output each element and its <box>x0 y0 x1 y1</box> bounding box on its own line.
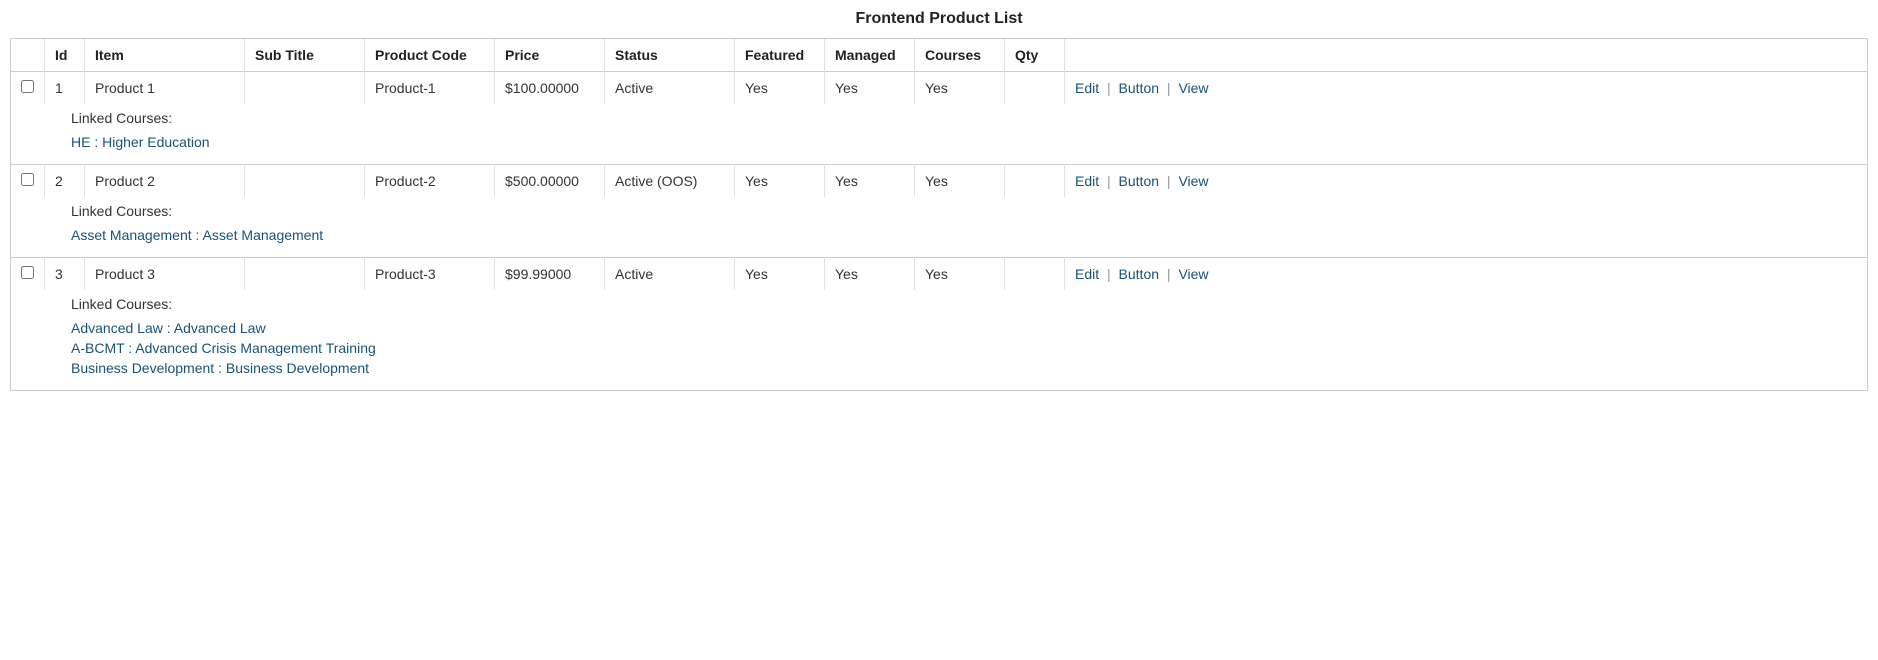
separator: | <box>1103 266 1114 282</box>
row-status: Active (OOS) <box>605 165 735 198</box>
row-price: $500.00000 <box>495 165 605 198</box>
page-title: Frontend Product List <box>10 10 1868 28</box>
row-subtitle <box>245 258 365 291</box>
row-item: Product 2 <box>85 165 245 198</box>
separator: | <box>1103 80 1114 96</box>
detail-row: Linked Courses: Advanced Law : Advanced L… <box>11 290 1867 390</box>
course-item: A-BCMT : Advanced Crisis Management Trai… <box>71 340 1857 356</box>
row-checkbox-cell <box>11 165 45 198</box>
button-link[interactable]: Button <box>1119 80 1159 96</box>
row-courses: Yes <box>915 165 1005 198</box>
header-qty: Qty <box>1005 39 1065 72</box>
header-item: Item <box>85 39 245 72</box>
row-product-code: Product-3 <box>365 258 495 291</box>
row-product-code: Product-2 <box>365 165 495 198</box>
linked-courses-label: Linked Courses: <box>71 203 1857 219</box>
row-checkbox-cell <box>11 258 45 291</box>
table-row: 1 Product 1 Product-1 $100.00000 Active … <box>11 72 1867 105</box>
row-item: Product 1 <box>85 72 245 105</box>
table-row: 3 Product 3 Product-3 $99.99000 Active Y… <box>11 258 1867 291</box>
row-price: $100.00000 <box>495 72 605 105</box>
row-item: Product 3 <box>85 258 245 291</box>
row-qty <box>1005 165 1065 198</box>
row-price: $99.99000 <box>495 258 605 291</box>
row-qty <box>1005 72 1065 105</box>
separator: | <box>1103 173 1114 189</box>
row-managed: Yes <box>825 165 915 198</box>
detail-cell: Linked Courses: Asset Management : Asset … <box>11 197 1867 258</box>
header-managed: Managed <box>825 39 915 72</box>
row-managed: Yes <box>825 258 915 291</box>
row-qty <box>1005 258 1065 291</box>
view-link[interactable]: View <box>1178 173 1208 189</box>
table-row: 2 Product 2 Product-2 $500.00000 Active … <box>11 165 1867 198</box>
header-id: Id <box>45 39 85 72</box>
row-managed: Yes <box>825 72 915 105</box>
row-subtitle <box>245 72 365 105</box>
separator: | <box>1163 173 1174 189</box>
separator: | <box>1163 80 1174 96</box>
row-id: 2 <box>45 165 85 198</box>
row-featured: Yes <box>735 258 825 291</box>
row-courses: Yes <box>915 72 1005 105</box>
header-courses: Courses <box>915 39 1005 72</box>
header-price: Price <box>495 39 605 72</box>
header-actions <box>1065 39 1868 72</box>
action-links: Edit | Button | View <box>1075 80 1209 96</box>
detail-row: Linked Courses: HE : Higher Education <box>11 104 1867 165</box>
row-status: Active <box>605 258 735 291</box>
edit-link[interactable]: Edit <box>1075 266 1099 282</box>
header-product-code: Product Code <box>365 39 495 72</box>
row-checkbox[interactable] <box>21 173 34 186</box>
header-subtitle: Sub Title <box>245 39 365 72</box>
course-item: Advanced Law : Advanced Law <box>71 320 1857 336</box>
row-actions: Edit | Button | View <box>1065 165 1868 198</box>
row-status: Active <box>605 72 735 105</box>
course-item: HE : Higher Education <box>71 134 1857 150</box>
action-links: Edit | Button | View <box>1075 173 1209 189</box>
course-item: Asset Management : Asset Management <box>71 227 1857 243</box>
edit-link[interactable]: Edit <box>1075 80 1099 96</box>
header-status: Status <box>605 39 735 72</box>
button-link[interactable]: Button <box>1119 266 1159 282</box>
edit-link[interactable]: Edit <box>1075 173 1099 189</box>
detail-row: Linked Courses: Asset Management : Asset … <box>11 197 1867 258</box>
linked-courses-label: Linked Courses: <box>71 296 1857 312</box>
row-checkbox[interactable] <box>21 80 34 93</box>
row-courses: Yes <box>915 258 1005 291</box>
product-table-container: Id Item Sub Title Product Code Price Sta… <box>10 38 1868 391</box>
action-links: Edit | Button | View <box>1075 266 1209 282</box>
header-featured: Featured <box>735 39 825 72</box>
linked-courses-label: Linked Courses: <box>71 110 1857 126</box>
row-featured: Yes <box>735 165 825 198</box>
product-table: Id Item Sub Title Product Code Price Sta… <box>11 39 1867 390</box>
row-actions: Edit | Button | View <box>1065 72 1868 105</box>
row-featured: Yes <box>735 72 825 105</box>
row-subtitle <box>245 165 365 198</box>
row-checkbox-cell <box>11 72 45 105</box>
table-header-row: Id Item Sub Title Product Code Price Sta… <box>11 39 1867 72</box>
row-id: 3 <box>45 258 85 291</box>
view-link[interactable]: View <box>1178 266 1208 282</box>
button-link[interactable]: Button <box>1119 173 1159 189</box>
detail-cell: Linked Courses: HE : Higher Education <box>11 104 1867 165</box>
separator: | <box>1163 266 1174 282</box>
view-link[interactable]: View <box>1178 80 1208 96</box>
row-actions: Edit | Button | View <box>1065 258 1868 291</box>
row-product-code: Product-1 <box>365 72 495 105</box>
row-checkbox[interactable] <box>21 266 34 279</box>
detail-cell: Linked Courses: Advanced Law : Advanced L… <box>11 290 1867 390</box>
course-item: Business Development : Business Developm… <box>71 360 1857 376</box>
header-checkbox <box>11 39 45 72</box>
row-id: 1 <box>45 72 85 105</box>
